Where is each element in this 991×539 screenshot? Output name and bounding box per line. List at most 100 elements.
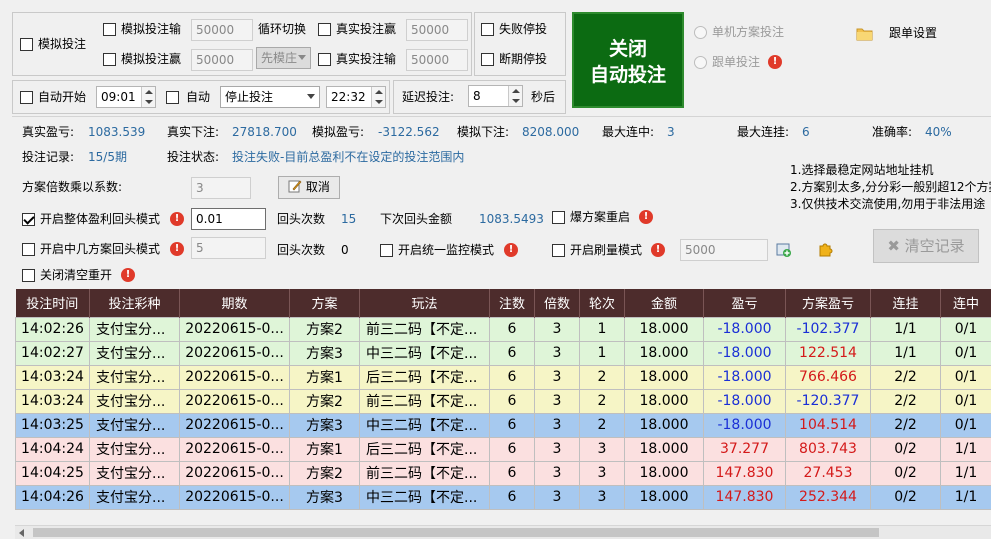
refresh-add-icon[interactable] (776, 242, 792, 258)
multiplier-label: 方案倍数乘以系数: (22, 180, 123, 194)
col-header[interactable]: 方案 (289, 289, 360, 317)
cell-count: 6 (489, 316, 535, 342)
cell-period: 20220615-0... (179, 412, 290, 438)
auto-start-time-input[interactable]: 09:01 (96, 86, 156, 108)
cell-count: 6 (489, 436, 535, 462)
delay-bet-label: 延迟投注: (402, 90, 455, 104)
sim-bet-stat-label: 模拟下注: (457, 125, 510, 139)
table-row[interactable]: 14:03:24 支付宝分... 20220615-0... 方案2 前三二码【不定..… (15, 388, 991, 414)
brush-mode-checkbox[interactable] (552, 244, 565, 257)
cell-play: 中三二码【不定... (359, 340, 490, 366)
real-bet-label: 真实下注: (167, 125, 220, 139)
toggle-auto-bet-line1: 关闭 (608, 38, 647, 60)
table-row[interactable]: 14:03:24 支付宝分... 20220615-0... 方案1 后三二码【不定..… (15, 364, 991, 390)
break-stop-checkbox[interactable] (481, 53, 494, 66)
col-header[interactable]: 方案盈亏 (785, 289, 871, 317)
real-bet-win-checkbox[interactable] (318, 23, 331, 36)
col-header[interactable]: 盈亏 (703, 289, 786, 317)
cell-profit: 37.277 (703, 436, 786, 462)
chevron-down-icon (307, 94, 315, 99)
toggle-auto-bet-button[interactable]: 关闭 自动投注 (572, 12, 684, 108)
cell-profit: -18.000 (703, 412, 786, 438)
horizontal-scrollbar[interactable] (15, 525, 991, 539)
follow-bet-radio[interactable] (694, 56, 707, 69)
cancel-label: 取消 (305, 180, 330, 194)
real-bet-win-input[interactable]: 50000 (406, 19, 468, 41)
delay-spinner[interactable] (508, 86, 522, 106)
cell-period: 20220615-0... (179, 460, 290, 486)
cell-mult: 3 (534, 340, 580, 366)
cell-profit: -18.000 (703, 340, 786, 366)
col-header[interactable]: 倍数 (534, 289, 580, 317)
cycle-mode-select[interactable]: 先模庄 (256, 47, 311, 69)
table-row[interactable]: 14:04:25 支付宝分... 20220615-0... 方案2 前三二码【不定..… (15, 460, 991, 486)
auto-time-spinner[interactable] (371, 87, 385, 107)
single-plan-label: 单机方案投注 (712, 25, 785, 39)
cancel-button[interactable]: 取消 (278, 176, 340, 199)
auto-checkbox[interactable] (166, 91, 179, 104)
col-header[interactable]: 连挂 (870, 289, 941, 317)
table-row[interactable]: 14:04:24 支付宝分... 20220615-0... 方案1 后三二码【不定..… (15, 436, 991, 462)
table-row[interactable]: 14:02:26 支付宝分... 20220615-0... 方案2 前三二码【不定..… (15, 316, 991, 342)
auto-start-time-spinner[interactable] (141, 87, 155, 107)
cell-streak-lose: 2/2 (870, 412, 941, 438)
cell-plan: 方案2 (289, 316, 360, 342)
sim-bet-lose-checkbox[interactable] (103, 23, 116, 36)
auto-start-checkbox[interactable] (20, 91, 33, 104)
col-header[interactable]: 金额 (624, 289, 704, 317)
real-bet-lose-checkbox[interactable] (318, 53, 331, 66)
sim-bet-win-input[interactable]: 50000 (191, 49, 253, 71)
table-row[interactable]: 14:04:26 支付宝分... 20220615-0... 方案3 中三二码【不定..… (15, 484, 991, 510)
single-plan-radio[interactable] (694, 26, 707, 39)
warning-icon: ! (504, 243, 518, 257)
cell-profit: -18.000 (703, 364, 786, 390)
multiplier-input[interactable]: 3 (191, 177, 251, 199)
cell-amount: 18.000 (624, 460, 704, 486)
sim-bet-win-checkbox[interactable] (103, 53, 116, 66)
cell-count: 6 (489, 340, 535, 366)
sim-bet-checkbox[interactable] (20, 38, 33, 51)
col-header[interactable]: 期数 (179, 289, 290, 317)
col-header[interactable]: 轮次 (579, 289, 625, 317)
folder-icon[interactable] (856, 26, 873, 41)
follow-settings-link[interactable]: 跟单设置 (889, 25, 937, 41)
accuracy-label: 准确率: (872, 125, 913, 139)
col-header[interactable]: 玩法 (359, 289, 490, 317)
scrollbar-thumb[interactable] (33, 528, 879, 537)
col-header[interactable]: 注数 (489, 289, 535, 317)
table-row[interactable]: 14:03:25 支付宝分... 20220615-0... 方案3 中三二码【不定..… (15, 412, 991, 438)
cell-lottery: 支付宝分... (89, 436, 180, 462)
cell-amount: 18.000 (624, 340, 704, 366)
cell-streak-win: 1/1 (940, 436, 991, 462)
clear-records-button[interactable]: ✖ 清空记录 (873, 229, 979, 263)
cell-plan: 方案3 (289, 340, 360, 366)
max-hit-value: 3 (667, 125, 675, 139)
sim-bet-lose-input[interactable]: 50000 (191, 19, 253, 41)
real-bet-lose-input[interactable]: 50000 (406, 49, 468, 71)
puzzle-icon[interactable] (817, 241, 834, 258)
plan-rollback-checkbox[interactable] (22, 243, 35, 256)
scroll-left-icon[interactable] (19, 529, 24, 537)
brush-mode-input[interactable]: 5000 (680, 239, 768, 261)
close-clear-checkbox[interactable] (22, 269, 35, 282)
plan-rollback-input[interactable]: 5 (191, 237, 266, 259)
col-header[interactable]: 连中 (940, 289, 991, 317)
col-header[interactable]: 投注时间 (15, 289, 90, 317)
record-label: 投注记录: (22, 150, 75, 164)
real-bet-win-label: 真实投注赢 (336, 22, 397, 36)
cell-amount: 18.000 (624, 388, 704, 414)
col-header[interactable]: 投注彩种 (89, 289, 180, 317)
rollback-count2-label: 回头次数 (277, 243, 326, 257)
auto-time-input[interactable]: 22:32 (326, 86, 386, 108)
cell-streak-win: 0/1 (940, 388, 991, 414)
auto-action-select[interactable]: 停止投注 (220, 86, 320, 108)
cell-streak-win: 1/1 (940, 484, 991, 510)
burst-restart-checkbox[interactable] (552, 211, 565, 224)
delay-input[interactable]: 8 (468, 85, 523, 107)
overall-rollback-input[interactable]: 0.01 (191, 208, 266, 230)
overall-rollback-checkbox[interactable] (22, 213, 35, 226)
unified-monitor-checkbox[interactable] (380, 244, 393, 257)
fail-stop-checkbox[interactable] (481, 23, 494, 36)
cell-play: 后三二码【不定... (359, 436, 490, 462)
table-row[interactable]: 14:02:27 支付宝分... 20220615-0... 方案3 中三二码【不定..… (15, 340, 991, 366)
